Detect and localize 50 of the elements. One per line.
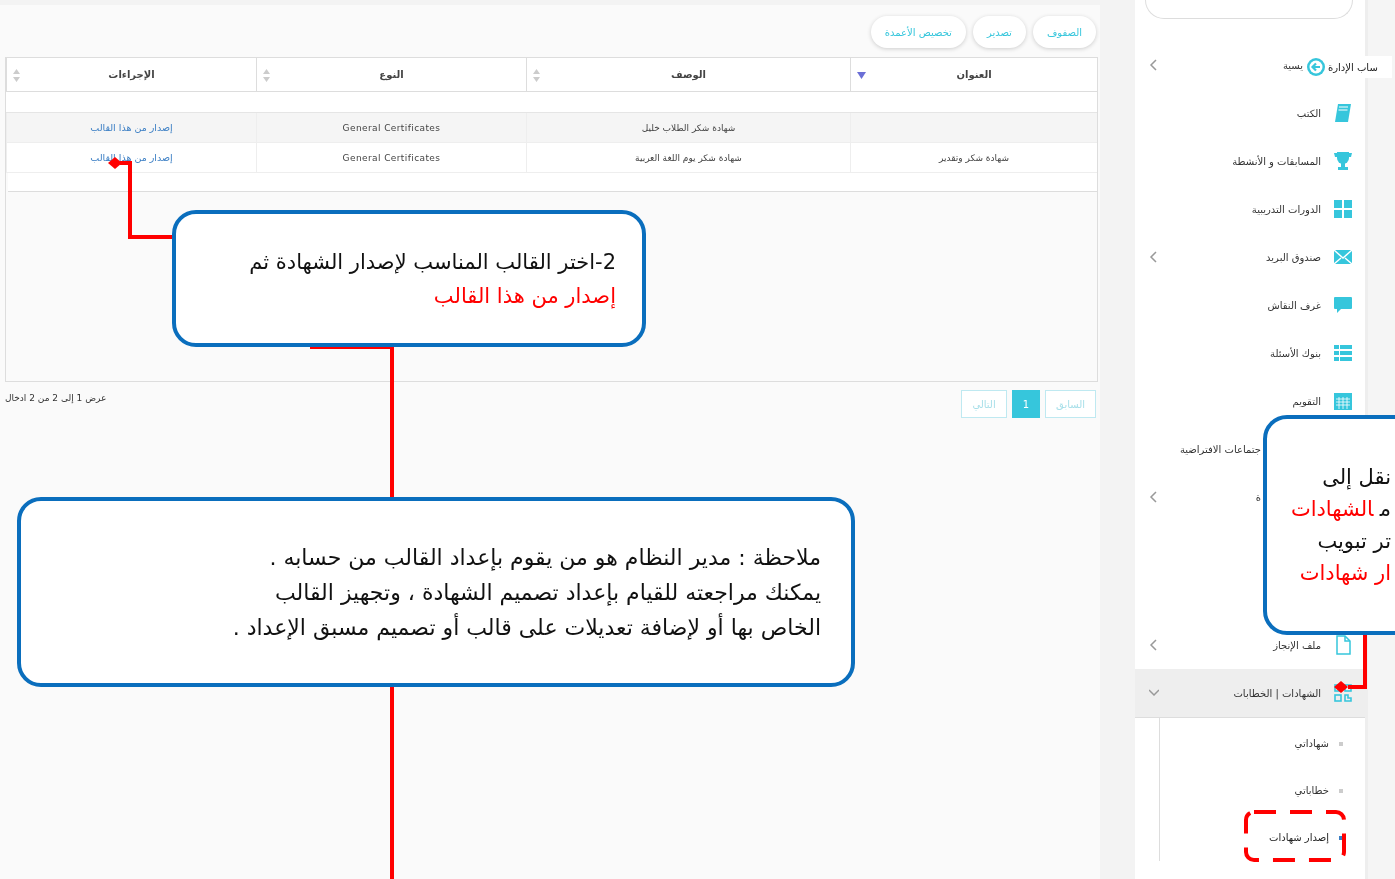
table-cell: شهادة شكر يوم اللغة العربية bbox=[635, 152, 742, 163]
sidebar-item[interactable]: غرف النقاش bbox=[1135, 281, 1365, 329]
column-header[interactable]: الإجراءات bbox=[6, 58, 256, 91]
callout-text: إصدار من هذا القالب bbox=[432, 283, 616, 308]
table-cell: General Certificates bbox=[342, 152, 441, 163]
chevron-down-icon bbox=[1149, 687, 1159, 699]
callout-text: الخاص بها أو لإضافة تعديلات على قالب أو تصميم مسبق الإعداد . bbox=[231, 614, 821, 640]
trophy-icon bbox=[1333, 151, 1353, 171]
callout-text: ار شهادات bbox=[1298, 561, 1391, 585]
table-cell: General Certificates bbox=[342, 122, 441, 133]
entries-info: عرض 1 إلى 2 من 2 ادخال bbox=[5, 392, 107, 403]
calendar-icon bbox=[1333, 391, 1353, 411]
callout-text: يمكنك مراجعته للقيام بإعداد تصميم الشهادة ، وتجهيز القالب bbox=[274, 579, 821, 605]
qr-icon bbox=[1333, 683, 1353, 703]
sidebar-item[interactable]: التقويم bbox=[1135, 377, 1365, 425]
callout-text: م الشهادات bbox=[1289, 497, 1391, 521]
sidebar-item[interactable]: ملف الإنجاز bbox=[1135, 621, 1365, 669]
chat-icon bbox=[1333, 295, 1353, 315]
sidebar-item[interactable]: جتماعات الافتراضية bbox=[1135, 425, 1261, 473]
callout-text: ملاحظة : مدير النظام هو من يقوم بإعداد القالب من حسابه . bbox=[268, 544, 821, 570]
column-header[interactable]: النوع bbox=[256, 58, 526, 91]
grid-icon bbox=[1333, 199, 1353, 219]
table-cell: شهادة شكر الطلاب خليل bbox=[641, 122, 736, 133]
sidebar-item[interactable]: الكتب bbox=[1135, 89, 1365, 137]
tooltip-text: ساب الإدارة bbox=[1328, 61, 1378, 73]
table-cell: شهادة شكر وتقدير bbox=[939, 152, 1009, 163]
callout-text: تر تبويب bbox=[1316, 529, 1391, 553]
book-icon bbox=[1333, 103, 1353, 123]
callout-text: 2-اختر القالب المناسب لإصدار الشهادة ثم bbox=[248, 249, 616, 274]
list-icon bbox=[1333, 343, 1353, 363]
chevron-left-icon bbox=[1149, 491, 1159, 503]
issue-link[interactable]: إصدار من هذا القالب bbox=[90, 122, 173, 133]
mail-icon bbox=[1333, 247, 1353, 267]
sidebar-item[interactable]: الدورات التدريبية bbox=[1135, 185, 1365, 233]
sidebar-item[interactable]: صندوق البريد bbox=[1135, 233, 1365, 281]
chevron-left-icon bbox=[1149, 251, 1159, 263]
chevron-left-icon bbox=[1149, 59, 1159, 71]
submenu-item[interactable]: إصدار شهادات bbox=[1160, 814, 1365, 861]
sidebar-item[interactable]: الشهادات | الخطابات bbox=[1135, 669, 1365, 718]
callout-text: نقل إلى bbox=[1321, 465, 1391, 489]
submenu-item[interactable]: شهاداتي bbox=[1160, 720, 1365, 767]
sidebar-item[interactable]: المسابقات و الأنشطة bbox=[1135, 137, 1365, 185]
chevron-left-icon bbox=[1149, 639, 1159, 651]
column-header[interactable]: الوصف bbox=[526, 58, 850, 91]
sidebar-item[interactable]: ة bbox=[1135, 473, 1261, 521]
sidebar-item[interactable]: بنوك الأسئلة bbox=[1135, 329, 1365, 377]
sidebar-item[interactable]: يسية bbox=[1135, 41, 1303, 89]
connector-arrow bbox=[1334, 635, 1367, 693]
submenu-item[interactable]: خطاباتي bbox=[1160, 767, 1365, 814]
column-header[interactable]: العنوان bbox=[850, 58, 1097, 91]
